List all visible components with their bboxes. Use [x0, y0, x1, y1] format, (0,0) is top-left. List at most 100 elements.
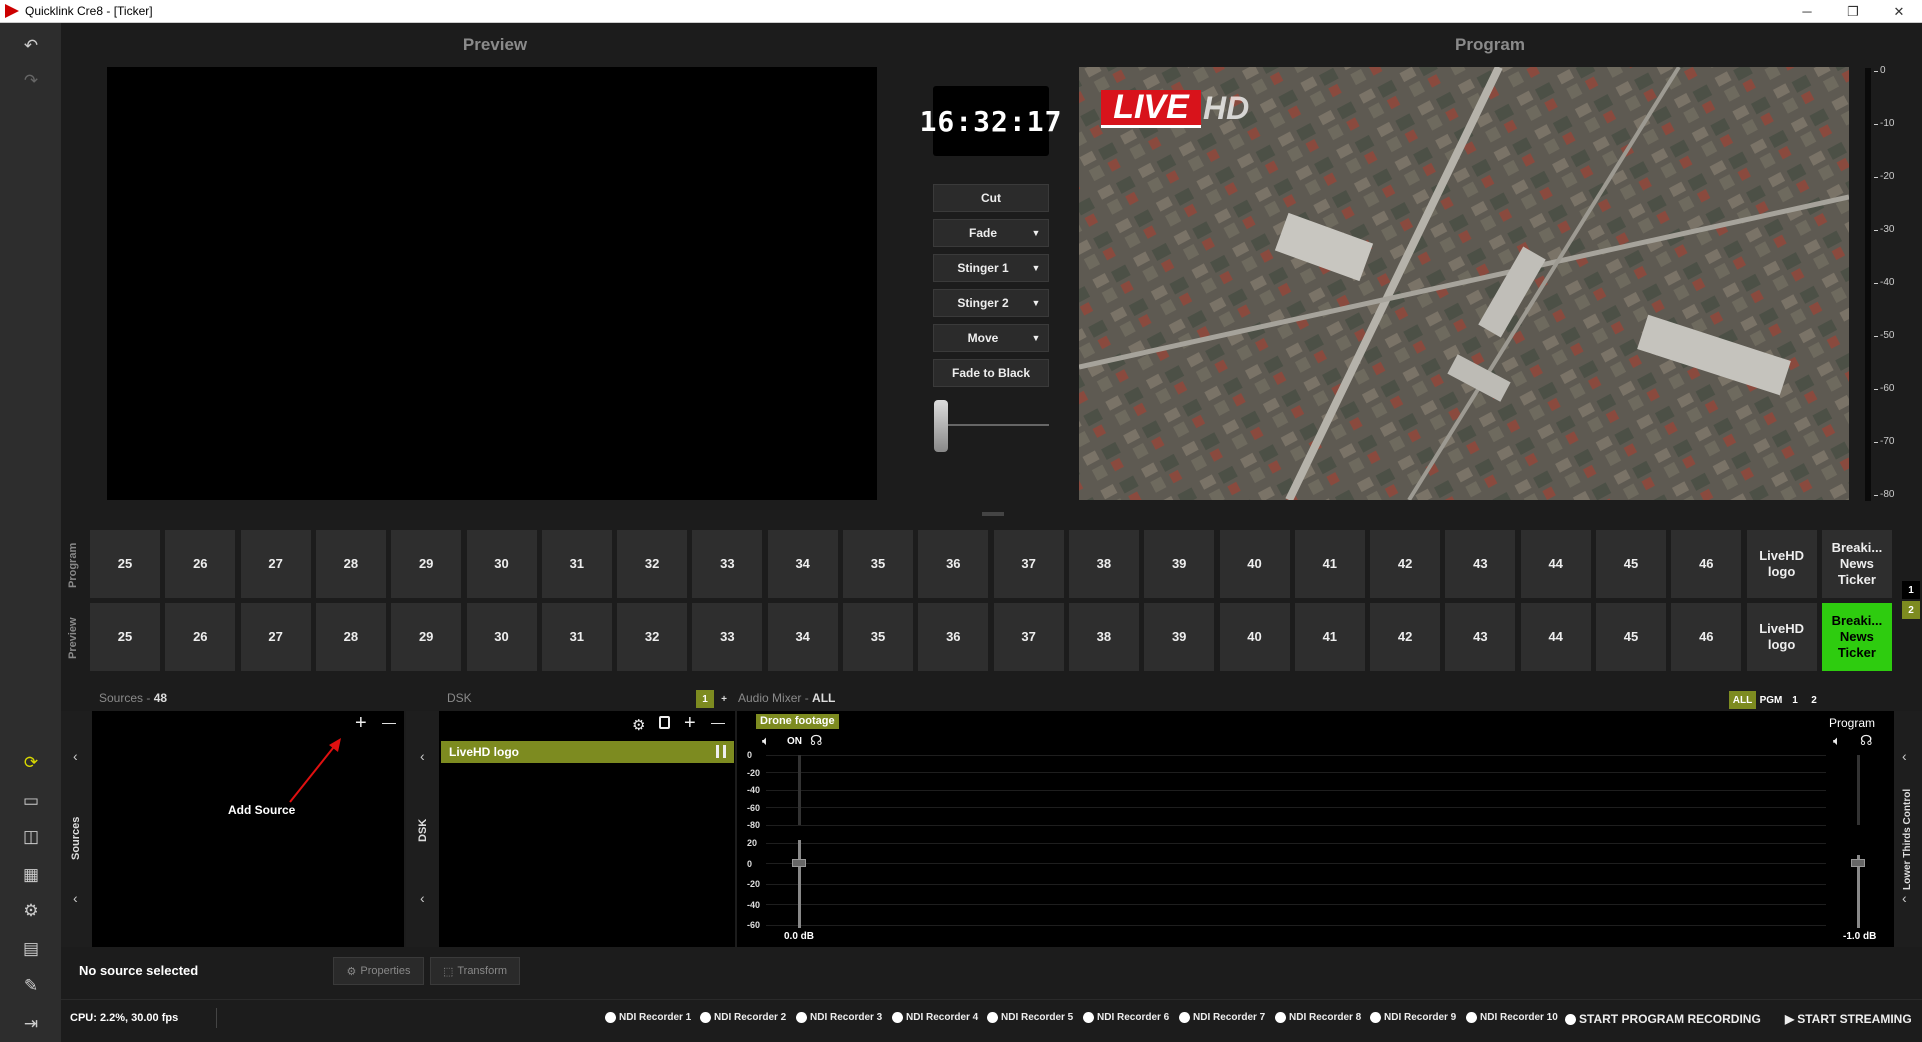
preview-source-button[interactable]: 45	[1596, 603, 1666, 671]
tools-icon[interactable]: ✎	[20, 975, 42, 997]
ndi-recorder-toggle[interactable]: NDI Recorder 8	[1275, 1012, 1361, 1023]
program-source-button[interactable]: 26	[165, 530, 236, 598]
page-1-button[interactable]: 1	[1902, 581, 1920, 599]
program-source-button[interactable]: 31	[541, 530, 612, 598]
multiview-icon[interactable]: ◫	[20, 826, 42, 848]
dsk-collapse-icon[interactable]: ‹	[420, 748, 425, 764]
program-source-button[interactable]: 40	[1219, 530, 1290, 598]
preview-source-button[interactable]: 27	[240, 603, 311, 671]
program-screen[interactable]	[1079, 67, 1849, 500]
redo-icon[interactable]: ↷	[20, 70, 42, 92]
ndi-recorder-toggle[interactable]: NDI Recorder 9	[1370, 1012, 1456, 1023]
monitor-icon[interactable]: ▭	[20, 790, 42, 812]
program-source-button[interactable]: 42	[1370, 530, 1441, 598]
ndi-recorder-toggle[interactable]: NDI Recorder 4	[892, 1012, 978, 1023]
preview-source-button[interactable]: 25	[90, 603, 160, 671]
transition-button-3[interactable]: Stinger 2 ▼	[933, 289, 1049, 317]
add-source-button[interactable]: +	[355, 712, 367, 735]
program-headphones-icon[interactable]: ☊	[1860, 732, 1872, 749]
preview-source-button[interactable]: 31	[541, 603, 612, 671]
ndi-recorder-toggle[interactable]: NDI Recorder 3	[796, 1012, 882, 1023]
program-source-button[interactable]: 46	[1671, 530, 1742, 598]
audio-filter-2[interactable]: 2	[1805, 691, 1823, 709]
program-source-button[interactable]: 38	[1068, 530, 1139, 598]
pause-icon[interactable]	[716, 745, 726, 758]
channel-on-toggle[interactable]: ON	[787, 736, 802, 747]
chevron-down-icon[interactable]: ▼	[1024, 325, 1048, 351]
dsk-expand-icon[interactable]: ‹	[420, 890, 425, 906]
ndi-recorder-toggle[interactable]: NDI Recorder 7	[1179, 1012, 1265, 1023]
program-source-button[interactable]: 36	[918, 530, 989, 598]
chevron-down-icon[interactable]: ▼	[1024, 220, 1048, 246]
preview-source-button[interactable]: 41	[1294, 603, 1365, 671]
preview-source-button[interactable]: 28	[315, 603, 386, 671]
program-source-button[interactable]: 41	[1294, 530, 1365, 598]
program-source-button[interactable]: 34	[767, 530, 838, 598]
transition-button-1[interactable]: Fade ▼	[933, 219, 1049, 247]
program-source-button[interactable]: LiveHD logo	[1746, 530, 1817, 598]
program-source-button[interactable]: 37	[993, 530, 1064, 598]
sources-panel[interactable]	[92, 711, 404, 947]
program-source-button[interactable]: 29	[391, 530, 462, 598]
program-source-button[interactable]: 35	[843, 530, 913, 598]
preview-source-button[interactable]: 42	[1370, 603, 1441, 671]
properties-button[interactable]: ⚙ Properties	[333, 957, 424, 985]
headphones-icon[interactable]: ☊	[810, 732, 822, 749]
gear-icon[interactable]: ⚙	[20, 900, 42, 922]
dsk-lock-icon[interactable]	[659, 716, 670, 729]
ndi-recorder-toggle[interactable]: NDI Recorder 1	[605, 1012, 691, 1023]
preview-source-button[interactable]: 44	[1520, 603, 1591, 671]
program-source-button[interactable]: 30	[466, 530, 537, 598]
speaker-icon[interactable]: 🔈︎	[762, 733, 770, 749]
program-source-button[interactable]: 32	[617, 530, 688, 598]
refresh-icon[interactable]: ⟳	[20, 752, 42, 774]
transition-button-2[interactable]: Stinger 1 ▼	[933, 254, 1049, 282]
ndi-recorder-toggle[interactable]: NDI Recorder 10	[1466, 1012, 1558, 1023]
sources-expand-icon[interactable]: ‹	[73, 890, 78, 906]
sources-collapse-icon[interactable]: ‹	[73, 748, 78, 764]
start-streaming-button[interactable]: ▶ START STREAMING	[1785, 1012, 1912, 1026]
program-source-button[interactable]: Breaki... News Ticker	[1821, 530, 1892, 598]
program-speaker-icon[interactable]: 🔈︎	[1833, 733, 1841, 749]
preview-source-button[interactable]: 29	[391, 603, 462, 671]
lower-thirds-collapse-icon[interactable]: ‹	[1902, 748, 1907, 764]
program-fader-knob[interactable]	[1851, 859, 1865, 867]
preview-source-button[interactable]: 38	[1068, 603, 1139, 671]
program-source-button[interactable]: 45	[1596, 530, 1666, 598]
program-source-button[interactable]: 39	[1144, 530, 1215, 598]
preview-source-button[interactable]: 33	[692, 603, 763, 671]
program-source-button[interactable]: 43	[1445, 530, 1516, 598]
ndi-recorder-toggle[interactable]: NDI Recorder 2	[700, 1012, 786, 1023]
folder-icon[interactable]: ▤	[20, 938, 42, 960]
channel-fader-knob[interactable]	[792, 859, 806, 867]
preview-source-button[interactable]: Breaki... News Ticker	[1821, 603, 1892, 671]
dsk-item[interactable]: LiveHD logo	[441, 741, 734, 763]
transition-button-0[interactable]: Cut	[933, 184, 1049, 212]
preview-source-button[interactable]: LiveHD logo	[1746, 603, 1817, 671]
audio-filter-pgm[interactable]: PGM	[1757, 691, 1785, 709]
dsk-add-page-button[interactable]: +	[715, 690, 733, 708]
dsk-add-button[interactable]: +	[684, 712, 696, 735]
program-source-button[interactable]: 33	[692, 530, 763, 598]
preview-source-button[interactable]: 30	[466, 603, 537, 671]
program-source-button[interactable]: 27	[240, 530, 311, 598]
preview-source-button[interactable]: 32	[617, 603, 688, 671]
exit-icon[interactable]: ⇥	[20, 1013, 42, 1035]
preview-source-button[interactable]: 34	[767, 603, 838, 671]
program-source-button[interactable]: 28	[315, 530, 386, 598]
preview-source-button[interactable]: 39	[1144, 603, 1215, 671]
preview-screen[interactable]	[107, 67, 877, 500]
minimize-button[interactable]: ─	[1784, 0, 1830, 23]
lower-thirds-expand-icon[interactable]: ‹	[1902, 890, 1907, 906]
audio-filter-1[interactable]: 1	[1786, 691, 1804, 709]
preview-source-button[interactable]: 36	[918, 603, 989, 671]
preview-source-button[interactable]: 37	[993, 603, 1064, 671]
preview-source-button[interactable]: 40	[1219, 603, 1290, 671]
transform-button[interactable]: ⬚ Transform	[430, 957, 520, 985]
transition-button-4[interactable]: Move ▼	[933, 324, 1049, 352]
splitter-handle[interactable]	[982, 512, 1004, 516]
page-2-button[interactable]: 2	[1902, 601, 1920, 619]
start-program-recording-button[interactable]: START PROGRAM RECORDING	[1565, 1012, 1761, 1026]
audio-filter-all[interactable]: ALL	[1729, 691, 1756, 709]
dsk-page-button[interactable]: 1	[696, 690, 714, 708]
